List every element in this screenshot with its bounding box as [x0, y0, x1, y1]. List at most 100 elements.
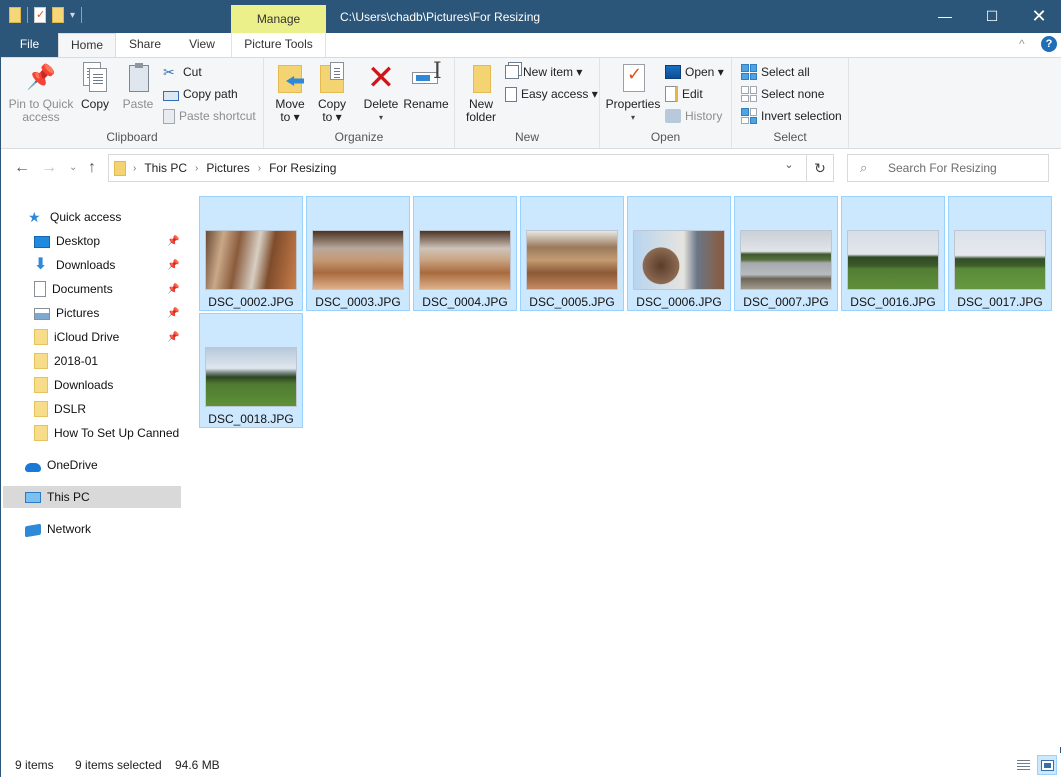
- breadcrumb-chevron-icon[interactable]: ›: [195, 163, 198, 174]
- large-icons-view-button[interactable]: [1037, 755, 1057, 775]
- address-bar[interactable]: › This PC › Pictures › For Resizing: [108, 154, 807, 182]
- pinned-icon: 📌: [167, 283, 180, 295]
- cut-button[interactable]: ✂ Cut: [163, 62, 202, 82]
- star-icon: ★: [28, 209, 41, 225]
- invert-selection-label: Invert selection: [761, 109, 842, 123]
- copy-icon: [79, 62, 111, 94]
- back-arrow-icon[interactable]: ←: [14, 159, 30, 177]
- refresh-button[interactable]: ↻: [807, 154, 834, 182]
- file-tile[interactable]: DSC_0007.JPG: [734, 196, 838, 311]
- new-folder-button[interactable]: New folder: [461, 62, 501, 124]
- file-tile[interactable]: DSC_0004.JPG: [413, 196, 517, 311]
- breadcrumb-pictures[interactable]: Pictures: [206, 161, 249, 175]
- open-button[interactable]: Open ▾: [665, 62, 724, 82]
- properties-qat-icon[interactable]: [34, 7, 46, 23]
- tab-view[interactable]: View: [176, 33, 228, 57]
- copy-to-button[interactable]: Copy to ▾: [314, 62, 350, 124]
- pictures-icon: [34, 308, 50, 320]
- pinned-icon: 📌: [167, 235, 180, 247]
- paste-shortcut-button[interactable]: Paste shortcut: [163, 106, 256, 126]
- copy-path-label: Copy path: [183, 87, 238, 101]
- copy-path-button[interactable]: Copy path: [163, 84, 238, 104]
- move-to-button[interactable]: Move to ▾: [272, 62, 308, 124]
- breadcrumb-for-resizing[interactable]: For Resizing: [269, 161, 336, 175]
- nav-quick-access[interactable]: ★ Quick access: [28, 206, 208, 228]
- easy-access-button[interactable]: Easy access ▾: [505, 84, 598, 104]
- help-icon[interactable]: ?: [1041, 36, 1057, 52]
- delete-button[interactable]: ✕ Delete ▾: [362, 61, 400, 124]
- file-tile[interactable]: DSC_0003.JPG: [306, 196, 410, 311]
- image-thumbnail: [526, 230, 618, 290]
- address-dropdown-icon[interactable]: ⌄: [776, 158, 802, 178]
- tab-picture-tools[interactable]: Picture Tools: [231, 33, 326, 57]
- file-tile[interactable]: DSC_0018.JPG: [199, 313, 303, 428]
- minimize-button[interactable]: —: [922, 1, 968, 33]
- rename-icon: [410, 62, 442, 94]
- new-item-button[interactable]: New item ▾: [505, 62, 582, 82]
- nav-label: OneDrive: [47, 458, 98, 472]
- file-tile[interactable]: DSC_0006.JPG: [627, 196, 731, 311]
- ribbon-tabs: File Home Share View Picture Tools: [1, 33, 1061, 58]
- file-tile[interactable]: DSC_0017.JPG: [948, 196, 1052, 311]
- image-thumbnail: [419, 230, 511, 290]
- file-name: DSC_0002.JPG: [208, 295, 294, 309]
- nav-onedrive[interactable]: OneDrive: [25, 454, 205, 476]
- breadcrumb-chevron-icon[interactable]: ›: [133, 163, 136, 174]
- breadcrumb-chevron-icon[interactable]: ›: [258, 163, 261, 174]
- invert-selection-button[interactable]: Invert selection: [741, 106, 842, 126]
- search-input[interactable]: [888, 159, 1043, 177]
- maximize-button[interactable]: ☐: [969, 1, 1015, 33]
- item-count: 9 items: [15, 758, 54, 772]
- select-all-button[interactable]: Select all: [741, 62, 810, 82]
- customize-qat-icon[interactable]: ▾: [70, 10, 75, 21]
- history-button[interactable]: History: [665, 106, 722, 126]
- nav-item-dslr[interactable]: DSLR: [34, 398, 181, 420]
- image-thumbnail: [205, 347, 297, 407]
- nav-item-pictures[interactable]: Pictures 📌: [34, 302, 184, 324]
- nav-this-pc[interactable]: This PC: [3, 486, 181, 508]
- paste-shortcut-icon: [163, 108, 175, 124]
- file-list: DSC_0002.JPG DSC_0003.JPG DSC_0004.JPG D…: [187, 187, 1061, 747]
- file-tile[interactable]: DSC_0016.JPG: [841, 196, 945, 311]
- nav-item-downloads-folder[interactable]: Downloads: [34, 374, 181, 396]
- select-none-button[interactable]: Select none: [741, 84, 824, 104]
- tab-manage[interactable]: Manage: [231, 5, 326, 33]
- copy-button[interactable]: Copy: [77, 62, 113, 111]
- downloads-icon: ⬇: [34, 256, 48, 273]
- nav-item-canned-responses[interactable]: How To Set Up Canned Responses: [34, 422, 181, 444]
- recent-locations-chevron-icon[interactable]: ⌄: [69, 162, 77, 173]
- file-name: DSC_0003.JPG: [315, 295, 401, 309]
- qat-separator: [81, 7, 83, 23]
- paste-button[interactable]: Paste: [119, 62, 157, 111]
- breadcrumb: › This PC › Pictures › For Resizing: [133, 155, 336, 181]
- file-tile[interactable]: DSC_0005.JPG: [520, 196, 624, 311]
- pin-icon: 📌: [26, 64, 56, 91]
- breadcrumb-this-pc[interactable]: This PC: [144, 161, 187, 175]
- nav-network[interactable]: Network: [25, 518, 205, 540]
- close-button[interactable]: ✕: [1016, 1, 1061, 33]
- tab-share[interactable]: Share: [119, 33, 171, 57]
- tab-home[interactable]: Home: [58, 33, 116, 58]
- collapse-ribbon-icon[interactable]: ^: [1019, 37, 1025, 51]
- nav-item-icloud-drive[interactable]: iCloud Drive 📌: [34, 326, 184, 348]
- nav-item-documents[interactable]: Documents 📌: [34, 278, 184, 300]
- file-name: DSC_0017.JPG: [957, 295, 1043, 309]
- nav-item-desktop[interactable]: Desktop 📌: [34, 230, 184, 252]
- up-arrow-icon[interactable]: ↑: [88, 159, 96, 177]
- folder-icon: [114, 161, 126, 176]
- nav-label: Downloads: [56, 258, 116, 272]
- nav-label: Downloads: [54, 378, 114, 392]
- edit-button[interactable]: Edit: [665, 84, 703, 104]
- properties-button[interactable]: Properties ▾: [604, 62, 662, 124]
- file-tile[interactable]: DSC_0002.JPG: [199, 196, 303, 311]
- tab-file[interactable]: File: [1, 33, 58, 57]
- open-icon: [665, 65, 681, 79]
- forward-arrow-icon[interactable]: →: [41, 159, 57, 177]
- rename-button[interactable]: Rename: [402, 62, 450, 111]
- new-folder-qat-icon[interactable]: [52, 7, 64, 23]
- details-view-button[interactable]: [1013, 755, 1033, 775]
- pin-to-quick-access-button[interactable]: 📌 Pin to Quick access: [5, 62, 77, 124]
- search-box[interactable]: ⌕: [847, 154, 1049, 182]
- nav-item-2018-01[interactable]: 2018-01: [34, 350, 181, 372]
- nav-item-downloads[interactable]: ⬇ Downloads 📌: [34, 254, 184, 276]
